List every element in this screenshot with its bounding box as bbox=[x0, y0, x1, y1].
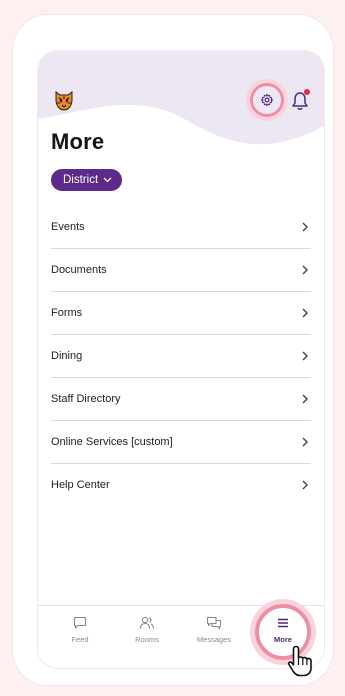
menu-item-forms[interactable]: Forms bbox=[51, 292, 311, 335]
tab-messages[interactable]: Messages bbox=[184, 616, 244, 644]
chevron-down-icon bbox=[103, 177, 112, 183]
menu-item-staff-directory[interactable]: Staff Directory bbox=[51, 378, 311, 421]
chevron-right-icon bbox=[302, 437, 308, 447]
menu-item-dining[interactable]: Dining bbox=[51, 335, 311, 378]
messages-icon bbox=[206, 616, 222, 630]
menu-item-documents[interactable]: Documents bbox=[51, 249, 311, 292]
chat-bubble-icon bbox=[73, 616, 87, 629]
tab-rooms[interactable]: Rooms bbox=[117, 616, 177, 644]
menu-item-help-center[interactable]: Help Center bbox=[51, 464, 311, 506]
chevron-right-icon bbox=[302, 394, 308, 404]
tab-label: Rooms bbox=[135, 635, 159, 644]
chevron-right-icon bbox=[302, 480, 308, 490]
gear-icon bbox=[260, 93, 274, 107]
people-icon bbox=[139, 616, 155, 629]
menu-item-events[interactable]: Events bbox=[51, 206, 311, 249]
school-logo-tiger-icon bbox=[55, 91, 73, 111]
district-filter-label: District bbox=[63, 174, 99, 186]
settings-button[interactable] bbox=[250, 83, 284, 117]
app-screen: More District Events Documents Forms Din… bbox=[38, 51, 324, 668]
menu-item-online-services[interactable]: Online Services [custom] bbox=[51, 421, 311, 464]
chevron-right-icon bbox=[302, 265, 308, 275]
district-filter-chip[interactable]: District bbox=[51, 169, 123, 191]
tab-label: Messages bbox=[196, 635, 232, 644]
chevron-right-icon bbox=[302, 222, 308, 232]
menu-item-label: Staff Directory bbox=[51, 393, 121, 405]
menu-item-label: Help Center bbox=[51, 479, 110, 491]
menu-item-label: Documents bbox=[51, 264, 107, 276]
tab-feed[interactable]: Feed bbox=[50, 616, 110, 644]
hand-pointer-cursor-icon bbox=[287, 645, 312, 677]
chevron-right-icon bbox=[302, 308, 308, 318]
notification-badge bbox=[304, 89, 310, 95]
chevron-right-icon bbox=[302, 351, 308, 361]
menu-item-label: Events bbox=[51, 221, 85, 233]
page-title: More bbox=[51, 129, 105, 154]
more-menu-list: Events Documents Forms Dining Staff Dire… bbox=[51, 206, 311, 506]
menu-item-label: Online Services [custom] bbox=[51, 436, 173, 448]
tab-label: Feed bbox=[71, 635, 89, 644]
menu-item-label: Forms bbox=[51, 307, 83, 319]
menu-item-label: Dining bbox=[51, 350, 83, 362]
